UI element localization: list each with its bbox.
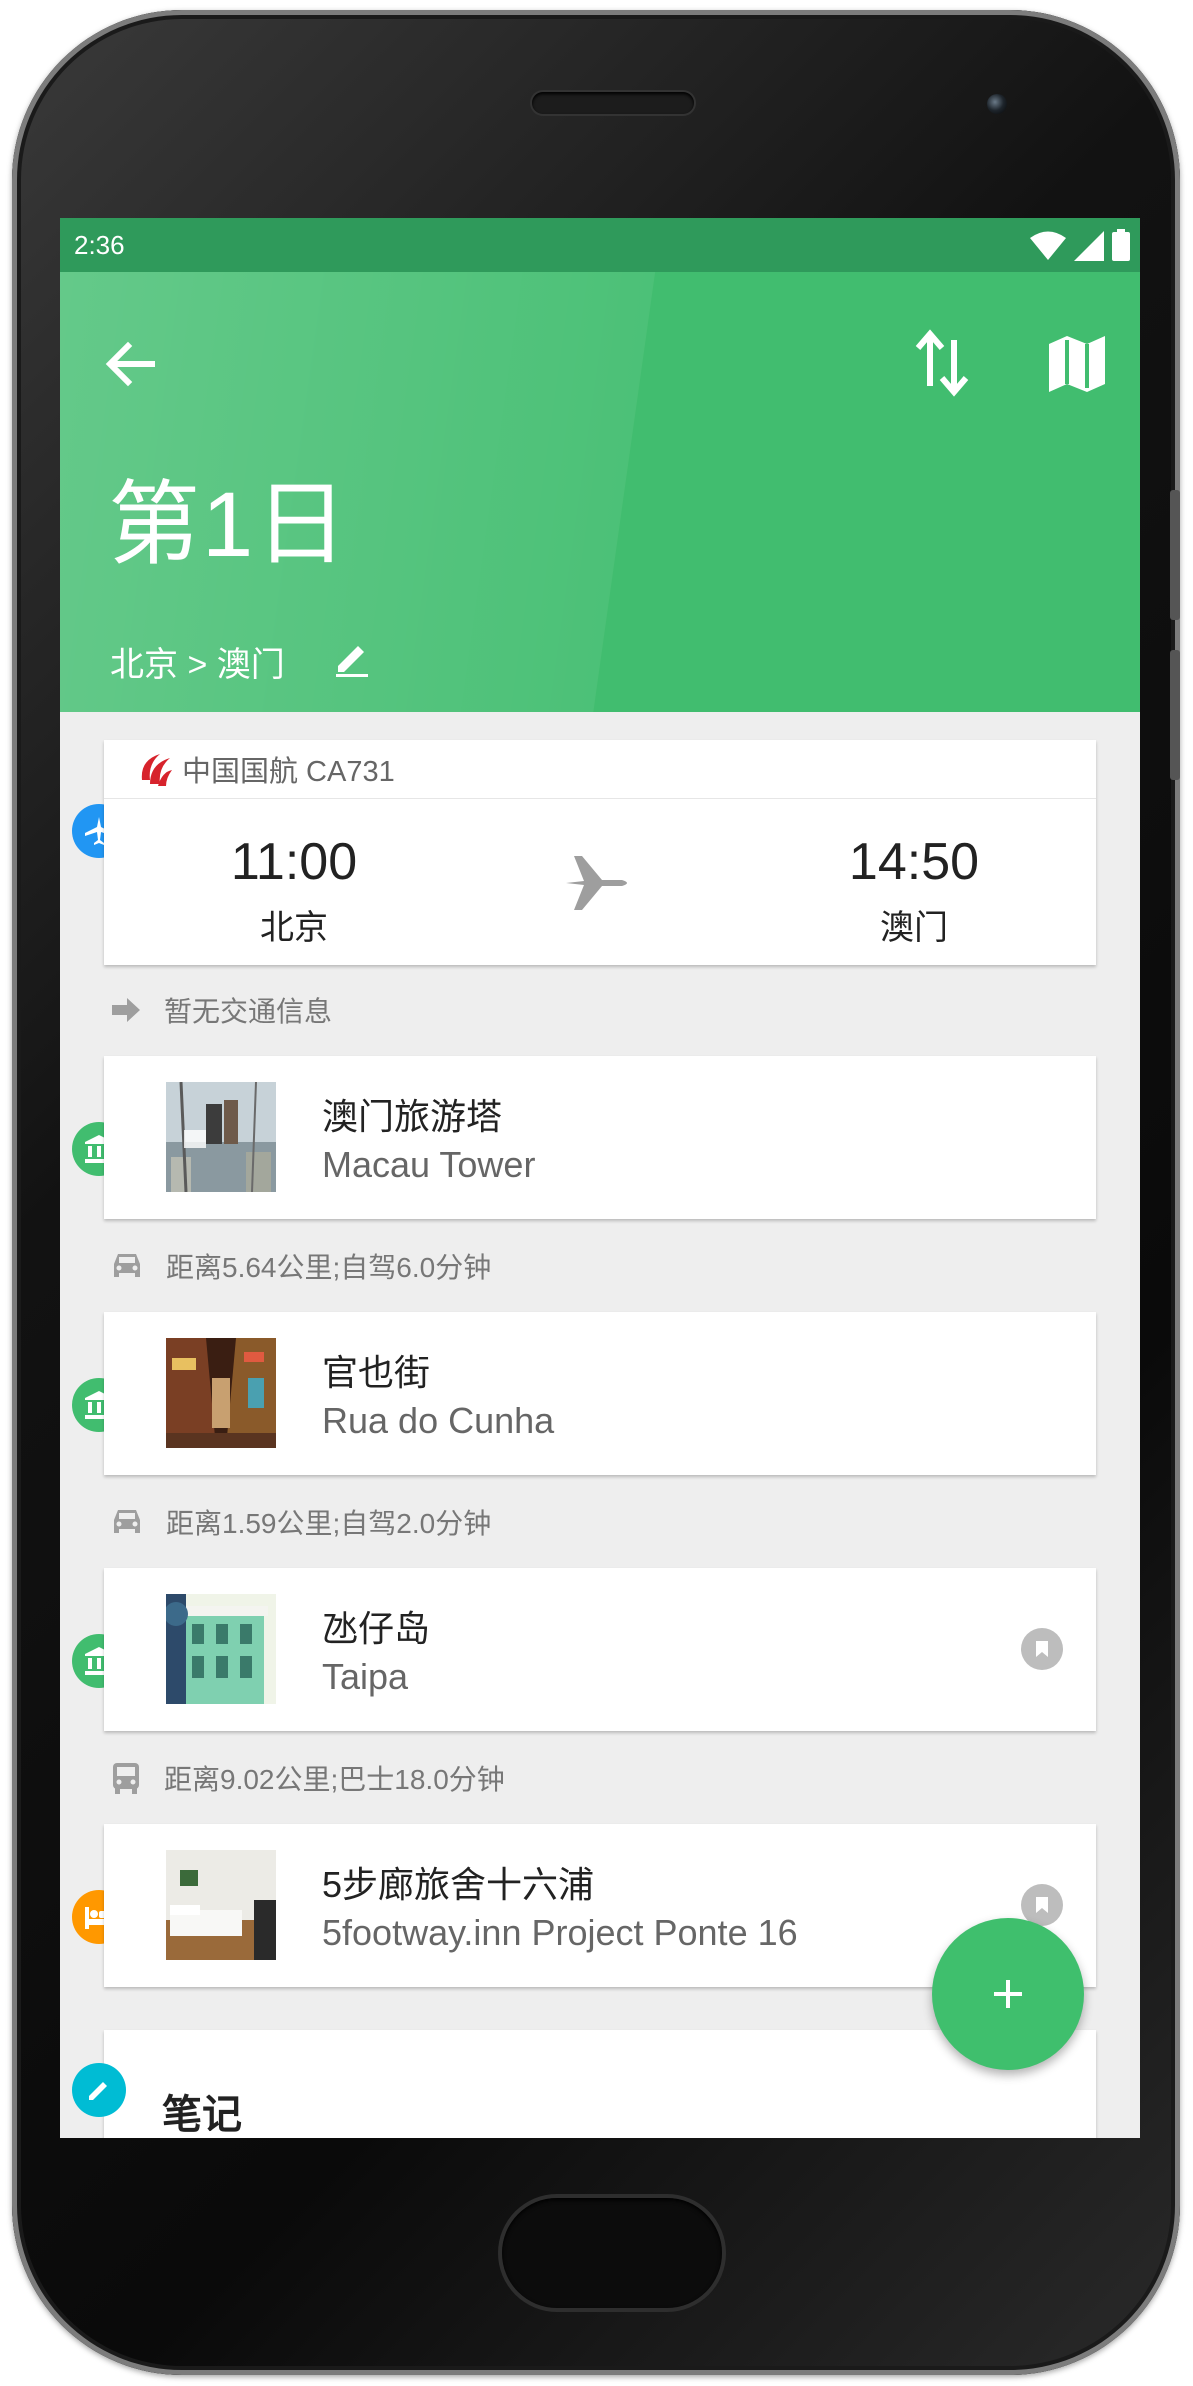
macau-tower-photo [166,1082,276,1192]
volume-button [1170,490,1180,620]
status-bar: 2:36 [60,218,1140,272]
swap-vertical-icon[interactable] [910,328,974,398]
notes-label: 笔记 [162,2093,242,2137]
status-time: 2:36 [74,230,125,260]
rua-do-cunha-photo [166,1338,276,1448]
arrive-city: 澳门 [880,909,948,947]
airplane-icon [566,856,627,910]
car-icon [114,1254,140,1277]
wifi-icon [1030,231,1066,260]
hostel-room-photo [166,1850,276,1960]
status-icons [1030,229,1130,261]
transit-text: 距离5.64公里;自驾6.0分钟 [166,1252,492,1283]
place-card[interactable]: 澳门旅游塔 Macau Tower [104,1056,1096,1219]
transit-text: 暂无交通信息 [164,996,333,1027]
place-name: 氹仔岛 [322,1608,431,1649]
place-name: 官也街 [322,1352,431,1393]
place-name: 5步廊旅舍十六浦 [322,1864,595,1905]
front-camera [987,94,1007,114]
place-name: 澳门旅游塔 [322,1096,503,1137]
map-icon[interactable] [1045,332,1109,396]
air-china-logo-icon [141,754,172,786]
bookmark-icon[interactable] [1021,1628,1063,1670]
transit-info[interactable]: 距离9.02公里;巴士18.0分钟 [110,1758,505,1798]
home-button[interactable] [502,2198,722,2308]
transit-info[interactable]: 距离5.64公里;自驾6.0分钟 [110,1246,491,1286]
transit-text: 距离1.59公里;自驾2.0分钟 [166,1508,492,1539]
plus-icon [994,1980,1022,2008]
arrive-time: 14:50 [848,833,980,891]
transit-info[interactable]: 暂无交通信息 [110,990,332,1030]
back-arrow-icon[interactable] [100,334,160,394]
edit-route-icon[interactable] [332,638,372,678]
place-name-en: Macau Tower [322,1144,536,1185]
notes-card[interactable]: 笔记 [104,2030,1096,2138]
pencil-icon [72,2063,126,2117]
volume-button [1170,650,1180,780]
depart-time: 11:00 [230,833,358,891]
flight-header: 中国国航 CA731 [104,740,1096,799]
place-name-en: 5footway.inn Project Ponte 16 [322,1912,798,1953]
add-place-button[interactable] [932,1918,1084,2070]
place-name-en: Taipa [322,1656,409,1697]
app-screen: 2:36 第1日 北京 > 澳门 中国国航 CA731 11:00 北京 14:… [60,218,1140,2138]
day-title: 第1日 [108,474,350,576]
place-card[interactable]: 官也街 Rua do Cunha [104,1312,1096,1475]
bus-icon [113,1763,139,1794]
signal-icon [1074,231,1104,261]
flight-card[interactable]: 中国国航 CA731 11:00 北京 14:50 澳门 [104,740,1096,965]
transit-info[interactable]: 距离1.59公里;自驾2.0分钟 [110,1502,491,1542]
day-header: 第1日 北京 > 澳门 [60,272,1140,712]
route-label: 北京 > 澳门 [110,646,285,684]
taipa-photo [166,1594,276,1704]
car-icon [114,1510,140,1533]
depart-city: 北京 [260,909,328,947]
transit-text: 距离9.02公里;巴士18.0分钟 [164,1764,505,1795]
battery-icon [1112,229,1130,261]
arrow-right-icon [112,998,140,1022]
place-card[interactable]: 氹仔岛 Taipa [104,1568,1096,1731]
airline-label: 中国国航 CA731 [182,756,395,788]
earpiece-speaker [532,92,694,114]
place-name-en: Rua do Cunha [322,1400,555,1441]
